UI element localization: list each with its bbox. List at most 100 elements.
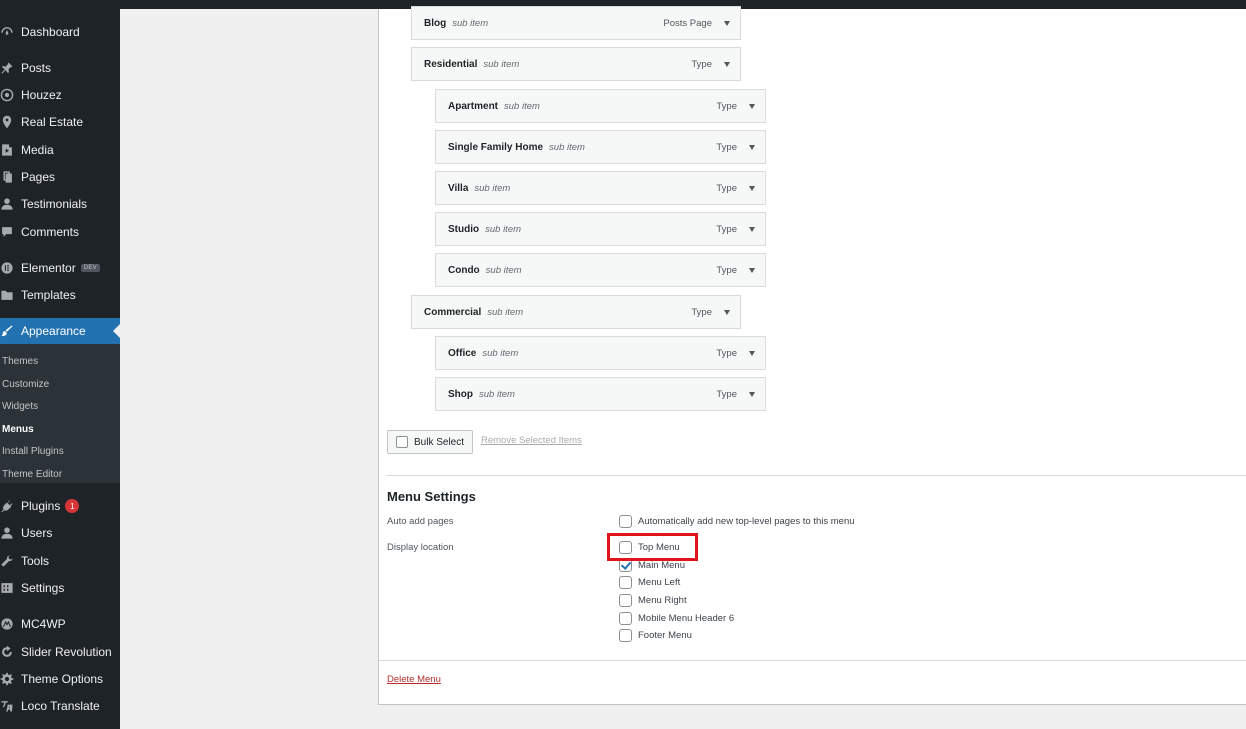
menu-item-subtitle: sub item <box>474 182 511 194</box>
folder-icon <box>0 288 14 302</box>
expand-toggle-icon[interactable] <box>747 101 757 111</box>
option-label: Main Menu <box>638 560 685 571</box>
expand-toggle-icon[interactable] <box>747 348 757 358</box>
bulk-select-button[interactable]: Bulk Select <box>387 430 473 454</box>
expand-toggle-icon[interactable] <box>747 224 757 234</box>
menu-item-blog[interactable]: Blog sub item Posts Page <box>411 6 741 40</box>
menu-item-commercial[interactable]: Commercial sub item Type <box>411 295 741 329</box>
expand-toggle-icon[interactable] <box>722 18 732 28</box>
auto-add-pages-checkbox[interactable] <box>619 515 632 528</box>
menu-item-type: Type <box>716 264 737 276</box>
bulk-select-checkbox[interactable] <box>396 436 408 448</box>
sidebar-item-media[interactable]: Media <box>0 138 120 162</box>
menu-item-subtitle: sub item <box>482 347 519 359</box>
sidebar-item-tools[interactable]: Tools <box>0 549 120 573</box>
mc4wp-icon <box>0 617 14 631</box>
submenu-menus[interactable]: Menus <box>2 424 34 435</box>
auto-add-pages-label: Auto add pages <box>387 516 454 527</box>
sidebar-item-testimonials[interactable]: Testimonials <box>0 192 120 216</box>
expand-toggle-icon[interactable] <box>747 389 757 399</box>
sidebar-item-templates[interactable]: Templates <box>0 283 120 307</box>
expand-toggle-icon[interactable] <box>747 265 757 275</box>
location-footer-menu[interactable]: Footer Menu <box>619 629 692 642</box>
sidebar-item-posts[interactable]: Posts <box>0 56 120 80</box>
menu-settings-heading: Menu Settings <box>387 489 476 504</box>
sidebar-item-slider-revolution[interactable]: Slider Revolution <box>0 640 120 664</box>
location-mobile-menu-header-6[interactable]: Mobile Menu Header 6 <box>619 612 734 625</box>
sidebar-item-users[interactable]: Users <box>0 521 120 545</box>
wrench-icon <box>0 554 14 568</box>
sidebar-item-label: Real Estate <box>21 115 84 129</box>
menu-item-apartment[interactable]: Apartment sub item Type <box>435 89 766 123</box>
menu-item-shop[interactable]: Shop sub item Type <box>435 377 766 411</box>
menu-item-type: Posts Page <box>663 17 712 29</box>
location-checkbox[interactable] <box>619 629 632 642</box>
sidebar-item-comments[interactable]: Comments <box>0 220 120 244</box>
dashboard-icon <box>0 25 14 39</box>
menu-item-title: Villa <box>448 182 469 194</box>
location-top-menu[interactable]: Top Menu <box>619 541 680 554</box>
sidebar-item-real-estate[interactable]: Real Estate <box>0 110 120 134</box>
plugin-icon <box>0 499 14 513</box>
expand-toggle-icon[interactable] <box>722 307 732 317</box>
location-main-menu[interactable]: Main Menu <box>619 559 685 572</box>
menu-item-villa[interactable]: Villa sub item Type <box>435 171 766 205</box>
menu-item-studio[interactable]: Studio sub item Type <box>435 212 766 246</box>
menu-item-title: Blog <box>424 17 447 29</box>
location-checkbox[interactable] <box>619 594 632 607</box>
sidebar-item-label: Media <box>21 143 54 157</box>
sidebar-item-label: Houzez <box>21 88 62 102</box>
sidebar-item-label: Users <box>21 526 53 540</box>
expand-toggle-icon[interactable] <box>722 59 732 69</box>
sidebar-item-elementor[interactable]: Elementor DEV <box>0 256 120 280</box>
current-menu-arrow <box>113 324 120 338</box>
menu-item-title: Office <box>448 347 477 359</box>
menu-item-subtitle: sub item <box>485 223 522 235</box>
menu-item-residential[interactable]: Residential sub item Type <box>411 47 741 81</box>
menu-item-subtitle: sub item <box>479 388 515 400</box>
delete-menu-link[interactable]: Delete Menu <box>387 674 441 685</box>
menu-item-single-family-home[interactable]: Single Family Home sub item Type <box>435 130 766 164</box>
menu-item-subtitle: sub item <box>483 58 520 70</box>
location-checkbox[interactable] <box>619 559 632 572</box>
sidebar-item-settings[interactable]: Settings <box>0 576 120 600</box>
remove-selected-items-link[interactable]: Remove Selected Items <box>481 435 582 446</box>
location-menu-left[interactable]: Menu Left <box>619 576 680 589</box>
menu-item-office[interactable]: Office sub item Type <box>435 336 766 370</box>
pages-icon <box>0 170 14 184</box>
sidebar-item-appearance[interactable]: Appearance <box>0 318 120 344</box>
menu-item-condo[interactable]: Condo sub item Type <box>435 253 766 287</box>
sidebar-item-houzez[interactable]: Houzez <box>0 83 120 107</box>
display-location-label: Display location <box>387 542 454 553</box>
submenu-widgets[interactable]: Widgets <box>2 401 38 412</box>
elementor-icon <box>0 261 14 275</box>
location-checkbox[interactable] <box>619 576 632 589</box>
submenu-install-plugins[interactable]: Install Plugins <box>2 446 64 457</box>
sidebar-item-dashboard[interactable]: Dashboard <box>0 20 120 44</box>
location-checkbox[interactable] <box>619 541 632 554</box>
location-checkbox[interactable] <box>619 612 632 625</box>
option-label: Mobile Menu Header 6 <box>638 613 735 624</box>
submenu-themes[interactable]: Themes <box>2 356 38 367</box>
location-menu-right[interactable]: Menu Right <box>619 594 687 607</box>
gear-icon <box>0 672 14 686</box>
submenu-theme-editor[interactable]: Theme Editor <box>2 469 62 480</box>
menu-item-title: Condo <box>448 264 480 276</box>
menu-item-title: Shop <box>448 388 473 400</box>
sidebar-item-plugins[interactable]: Plugins 1 <box>0 494 120 518</box>
menu-item-subtitle: sub item <box>485 264 522 276</box>
menu-item-type: Type <box>716 141 737 153</box>
expand-toggle-icon[interactable] <box>747 183 757 193</box>
sidebar-item-theme-options[interactable]: Theme Options <box>0 667 120 691</box>
dev-badge: DEV <box>80 264 100 272</box>
user-icon <box>0 197 14 211</box>
sidebar-item-loco-translate[interactable]: Loco Translate <box>0 694 120 718</box>
auto-add-pages-option[interactable]: Automatically add new top-level pages to… <box>619 515 855 528</box>
sidebar-item-pages[interactable]: Pages <box>0 165 120 189</box>
option-label: Menu Left <box>638 577 681 588</box>
expand-toggle-icon[interactable] <box>747 142 757 152</box>
bulk-select-label: Bulk Select <box>414 436 465 448</box>
sidebar-item-mc4wp[interactable]: MC4WP <box>0 612 120 636</box>
option-label: Top Menu <box>638 542 680 553</box>
submenu-customize[interactable]: Customize <box>2 379 49 390</box>
